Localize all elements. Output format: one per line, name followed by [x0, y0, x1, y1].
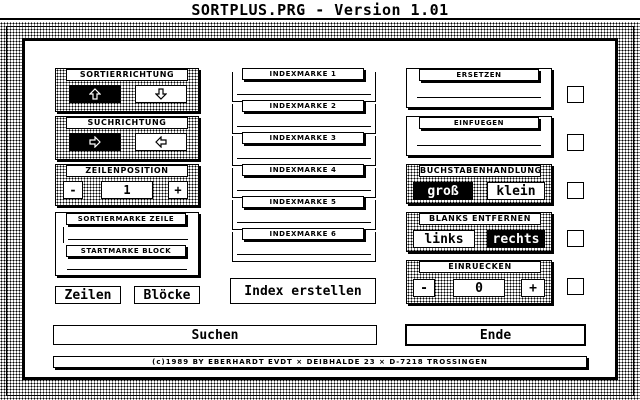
index-mark-label-2: INDEXMARKE 2 [242, 100, 364, 112]
sort-marker-line-field[interactable] [63, 227, 191, 243]
start-marker-block-label: STARTMARKE BLOCK [66, 245, 186, 257]
line-position-plus-button[interactable]: + [168, 181, 188, 199]
search-direction-group: SUCHRICHTUNG [55, 116, 199, 160]
strip-blanks-header: BLANKS ENTFERNEN [419, 213, 541, 225]
blocks-mode-button[interactable]: Blöcke [134, 286, 200, 304]
replace-group: ERSETZEN [406, 68, 552, 108]
indent-header: EINRUECKEN [419, 261, 541, 273]
indent-group: EINRUECKEN - 0 + [406, 260, 552, 304]
indent-plus-button[interactable]: + [521, 279, 545, 297]
lowercase-button[interactable]: klein [487, 182, 545, 200]
insert-field[interactable] [413, 133, 545, 151]
sort-down-button[interactable] [135, 85, 187, 103]
indent-minus-button[interactable]: - [413, 279, 435, 297]
index-mark-label-5: INDEXMARKE 5 [242, 196, 364, 208]
strip-left-button[interactable]: links [413, 230, 475, 248]
line-position-group: ZEILENPOSITION - 1 + [55, 164, 199, 206]
indent-value[interactable]: 0 [453, 279, 505, 297]
copyright-footer: (c)1989 BY EBERHARDT EVDT × DEIBHALDE 23… [53, 356, 587, 368]
markers-group: SORTIERMARKE ZEILE STARTMARKE BLOCK [55, 212, 199, 276]
strip-right-button[interactable]: rechts [487, 230, 545, 248]
replace-checkbox[interactable] [567, 86, 584, 103]
case-handling-group: BUCHSTABENHANDLUNG groß klein [406, 164, 552, 204]
line-position-minus-button[interactable]: - [63, 181, 83, 199]
insert-group: EINFUEGEN [406, 116, 552, 156]
uppercase-button[interactable]: groß [413, 182, 473, 200]
end-button[interactable]: Ende [405, 324, 586, 346]
strip-blanks-checkbox[interactable] [567, 230, 584, 247]
replace-label: ERSETZEN [419, 69, 539, 81]
window-title: SORTPLUS.PRG - Version 1.01 [0, 0, 640, 20]
case-handling-checkbox[interactable] [567, 182, 584, 199]
index-marks-column: INDEXMARKE 1 INDEXMARKE 2 INDEXMARKE 3 INDE… [232, 68, 376, 264]
replace-field[interactable] [413, 85, 545, 103]
indent-checkbox[interactable] [567, 278, 584, 295]
sort-direction-header: SORTIERRICHTUNG [66, 69, 188, 81]
search-button[interactable]: Suchen [53, 325, 377, 345]
search-forward-button[interactable] [69, 133, 121, 151]
arrow-down-icon [155, 88, 167, 100]
sort-marker-line-label: SORTIERMARKE ZEILE [66, 213, 186, 225]
index-mark-label-4: INDEXMARKE 4 [242, 164, 364, 176]
create-index-button[interactable]: Index erstellen [230, 278, 376, 304]
case-handling-header: BUCHSTABENHANDLUNG [419, 165, 542, 177]
lines-mode-button[interactable]: Zeilen [55, 286, 121, 304]
index-mark-label-3: INDEXMARKE 3 [242, 132, 364, 144]
line-position-value[interactable]: 1 [101, 181, 153, 199]
insert-label: EINFUEGEN [419, 117, 539, 129]
index-mark-label-1: INDEXMARKE 1 [242, 68, 364, 80]
search-backward-button[interactable] [135, 133, 187, 151]
index-mark-label-6: INDEXMARKE 6 [242, 228, 364, 240]
arrow-left-icon [155, 136, 167, 148]
strip-blanks-group: BLANKS ENTFERNEN links rechts [406, 212, 552, 252]
start-marker-block-field[interactable] [63, 259, 191, 273]
arrow-right-icon [89, 136, 101, 148]
arrow-up-icon [89, 88, 101, 100]
search-direction-header: SUCHRICHTUNG [66, 117, 188, 129]
line-position-header: ZEILENPOSITION [66, 165, 188, 177]
sort-direction-group: SORTIERRICHTUNG [55, 68, 199, 112]
sort-up-button[interactable] [69, 85, 121, 103]
insert-checkbox[interactable] [567, 134, 584, 151]
